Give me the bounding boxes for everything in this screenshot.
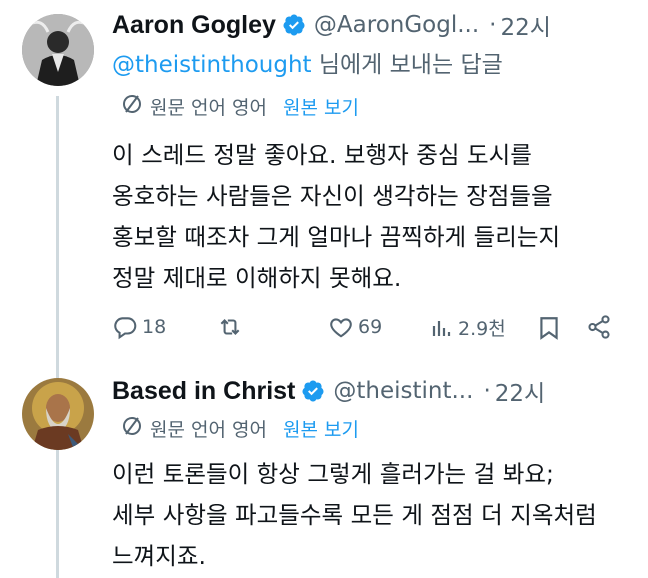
reply-post-based-in-christ[interactable]: Based in Christ @theistint... · 22시 원문 언… bbox=[0, 360, 648, 578]
author-name[interactable]: Aaron Gogley bbox=[112, 11, 276, 40]
share-icon bbox=[588, 315, 610, 339]
translate-icon bbox=[120, 92, 144, 121]
author-handle[interactable]: @AaronGogl... bbox=[314, 12, 479, 38]
post-header: Based in Christ @theistint... · 22시 bbox=[112, 374, 545, 408]
bookmark-button[interactable] bbox=[536, 314, 562, 342]
translate-language: 원문 언어 영어 bbox=[150, 419, 267, 441]
views-button[interactable]: 2.9천 bbox=[430, 314, 506, 341]
separator-dot: · bbox=[489, 12, 497, 38]
avatar-image bbox=[22, 378, 94, 450]
post-text-line: 홍보할 때조차 그게 얼마나 끔찍하게 들리는지 bbox=[112, 223, 561, 251]
avatar-aaron-gogley[interactable] bbox=[22, 14, 94, 86]
reply-button[interactable]: 18 bbox=[112, 314, 166, 340]
post-text-line: 느껴지죠. bbox=[112, 542, 206, 570]
post-text: 이런 토론들이 항상 그렇게 흘러가는 걸 봐요; 세부 사항을 파고들수록 모… bbox=[112, 454, 597, 577]
avatar-based-in-christ[interactable] bbox=[22, 378, 94, 450]
reply-icon bbox=[114, 317, 137, 340]
bookmark-icon bbox=[540, 317, 558, 340]
avatar-image bbox=[22, 14, 94, 86]
like-button[interactable]: 69 bbox=[328, 314, 382, 340]
share-button[interactable] bbox=[586, 314, 612, 340]
repost-button[interactable] bbox=[216, 314, 248, 340]
post-time[interactable]: 22시 bbox=[500, 8, 550, 42]
translation-bar: 원문 언어 영어 원본 보기 bbox=[120, 414, 359, 443]
reply-context: @theistinthought 님에게 보내는 답글 bbox=[112, 45, 503, 79]
like-count: 69 bbox=[358, 316, 383, 338]
like-icon bbox=[330, 318, 352, 338]
post-text-line: 세부 사항을 파고들수록 모든 게 점점 더 지옥처럼 bbox=[112, 501, 597, 529]
separator-dot: · bbox=[483, 378, 491, 404]
post-text-line: 이런 토론들이 항상 그렇게 흘러가는 걸 봐요; bbox=[112, 460, 554, 488]
post-header: Aaron Gogley @AaronGogl... · 22시 bbox=[112, 8, 551, 42]
author-name[interactable]: Based in Christ bbox=[112, 377, 295, 406]
post-time[interactable]: 22시 bbox=[495, 374, 545, 408]
post-text: 이 스레드 정말 좋아요. 보행자 중심 도시를 옹호하는 사람들은 자신이 생… bbox=[112, 135, 560, 299]
translate-icon bbox=[120, 414, 144, 443]
post-text-line: 이 스레드 정말 좋아요. 보행자 중심 도시를 bbox=[112, 141, 532, 169]
author-handle[interactable]: @theistint... bbox=[333, 378, 473, 404]
views-icon bbox=[432, 320, 451, 336]
show-original-link[interactable]: 원본 보기 bbox=[283, 93, 359, 120]
translate-language: 원문 언어 영어 bbox=[150, 97, 267, 119]
verified-badge-icon[interactable] bbox=[301, 379, 325, 403]
repost-icon bbox=[220, 319, 240, 335]
show-original-link[interactable]: 원본 보기 bbox=[283, 415, 359, 442]
action-bar: 18 69 2.9천 bbox=[112, 310, 622, 346]
view-count: 2.9천 bbox=[458, 318, 506, 340]
verified-badge-icon[interactable] bbox=[282, 13, 306, 37]
reply-count: 18 bbox=[142, 316, 167, 338]
translation-bar: 원문 언어 영어 원본 보기 bbox=[120, 92, 359, 121]
reply-mention-link[interactable]: @theistinthought bbox=[112, 52, 312, 78]
post-text-line: 옹호하는 사람들은 자신이 생각하는 장점들을 bbox=[112, 182, 553, 210]
reply-post-aaron[interactable]: Aaron Gogley @AaronGogl... · 22시 @theist… bbox=[0, 0, 648, 360]
reply-suffix: 님에게 보내는 답글 bbox=[311, 52, 503, 78]
post-text-line: 정말 제대로 이해하지 못해요. bbox=[112, 264, 402, 292]
